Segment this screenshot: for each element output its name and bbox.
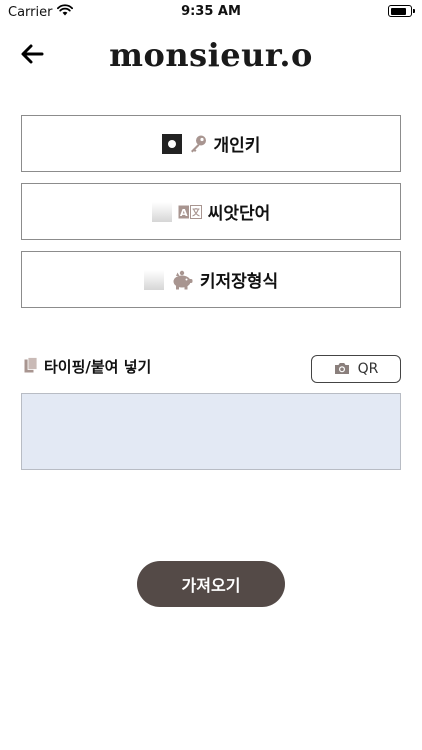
piggy-bank-icon [170, 270, 194, 290]
battery-icon [388, 5, 415, 17]
import-button[interactable]: 가져오기 [137, 561, 285, 607]
option-seed-words[interactable]: A 씨앗단어 [21, 183, 401, 240]
translate-icon: A [178, 204, 202, 219]
radio-unselected-icon [151, 201, 172, 222]
option-label: 씨앗단어 [207, 204, 271, 224]
status-bar: Carrier 9:35 AM [0, 0, 422, 24]
qr-scan-button[interactable]: QR [311, 355, 401, 383]
radio-selected-icon [161, 133, 182, 154]
key-icon [188, 134, 208, 154]
option-keystore-format[interactable]: 키저장형식 [21, 251, 401, 308]
svg-text:A: A [180, 208, 188, 219]
status-time: 9:35 AM [181, 4, 241, 19]
option-label: 키저장형식 [199, 272, 279, 292]
key-input-textarea[interactable] [21, 393, 401, 470]
radio-unselected-icon [143, 269, 164, 290]
qr-label: QR [357, 361, 379, 377]
battery-fill [390, 7, 406, 15]
option-private-key[interactable]: 개인키 [21, 115, 401, 172]
option-label: 개인키 [213, 136, 261, 156]
camera-icon [334, 360, 350, 379]
input-header: 타이핑/붙여 넣기 [24, 356, 151, 377]
input-label: 타이핑/붙여 넣기 [44, 358, 152, 376]
status-right [388, 5, 415, 17]
brand-logo: monsieur.o [109, 36, 313, 74]
paste-icon [24, 356, 38, 377]
